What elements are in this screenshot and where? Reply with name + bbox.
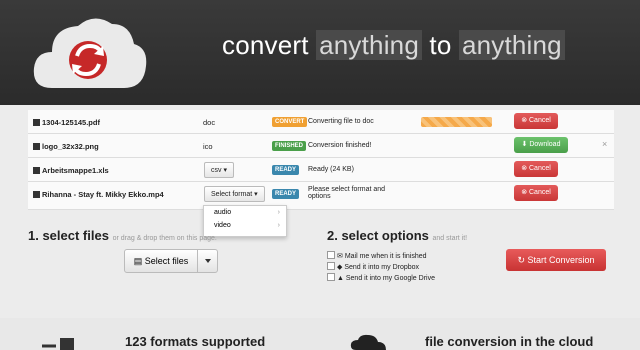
cancel-label: Cancel xyxy=(529,189,551,196)
status-badge: FINISHED xyxy=(272,141,307,151)
file-format: ico xyxy=(203,142,213,151)
close-icon[interactable]: × xyxy=(602,139,607,149)
file-row: 1304-125145.pdf doc CONVERT Converting f… xyxy=(28,110,614,134)
file-icon xyxy=(33,167,40,174)
file-name-text: logo_32x32.png xyxy=(42,142,99,151)
file-name: Rihanna - Stay ft. Mikky Ekko.mp4 xyxy=(33,190,164,199)
feature-formats: 123 formats supported xyxy=(125,334,266,349)
cancel-label: Cancel xyxy=(529,117,551,124)
section-heading: 2. select options xyxy=(327,228,429,243)
section-subtext: or drag & drop them on this page. xyxy=(112,235,217,242)
feature-cloud: file conversion in the cloud xyxy=(425,334,594,349)
caret-down-icon[interactable] xyxy=(205,259,211,263)
status-text: Conversion finished! xyxy=(308,142,372,149)
tagline: convert anything to anything xyxy=(222,30,565,61)
option-label: Send it into my Google Drive xyxy=(345,275,435,282)
cloud-logo-icon xyxy=(33,18,147,88)
chevron-right-icon: › xyxy=(277,209,280,216)
header: convert anything to anything xyxy=(0,0,640,105)
checkbox[interactable] xyxy=(327,262,335,270)
file-icon xyxy=(33,191,40,198)
format-select[interactable]: Select format ▾ xyxy=(204,186,265,202)
select-files-main[interactable]: ▤ Select files xyxy=(125,250,198,272)
file-name: Arbeitsmappe1.xls xyxy=(33,166,109,175)
section-subtext: and start it! xyxy=(432,235,468,242)
chevron-right-icon: › xyxy=(277,222,280,229)
download-label: Download xyxy=(529,141,561,148)
status-badge: READY xyxy=(272,165,300,175)
section-heading: 1. select files xyxy=(28,228,109,243)
file-row: logo_32x32.png ico FINISHED Conversion f… xyxy=(28,134,614,158)
cancel-label: Cancel xyxy=(529,165,551,172)
file-format: doc xyxy=(203,118,216,127)
start-label: Start Conversion xyxy=(527,255,595,265)
option-label: Send it into my Dropbox xyxy=(344,264,420,271)
file-row: Arbeitsmappe1.xls csv ▾ READY Ready (24 … xyxy=(28,158,614,182)
tagline-highlight: anything xyxy=(316,30,422,60)
file-name: 1304-125145.pdf xyxy=(33,118,100,127)
status-badge: READY xyxy=(272,189,300,199)
cancel-button[interactable]: ⊗ Cancel xyxy=(514,113,558,129)
tagline-text: convert xyxy=(222,30,317,60)
file-name-text: Arbeitsmappe1.xls xyxy=(42,166,109,175)
tagline-text: to xyxy=(422,30,459,60)
option-google-drive[interactable]: ▲ Send it into my Google Drive xyxy=(327,273,435,282)
select-files-title: 1. select files or drag & drop them on t… xyxy=(28,228,217,243)
select-files-button[interactable]: ▤ Select files xyxy=(124,249,218,273)
status-line: options xyxy=(308,193,331,200)
format-select[interactable]: csv ▾ xyxy=(204,162,234,178)
status-text: Ready (24 KB) xyxy=(308,166,354,173)
dropdown-item-audio[interactable]: audio › xyxy=(204,206,286,219)
status-text: Converting file to doc xyxy=(308,118,374,125)
select-files-label: Select files xyxy=(144,256,189,266)
select-options-title: 2. select options and start it! xyxy=(327,228,467,243)
status-text: Please select format and options xyxy=(308,186,385,200)
status-badge: CONVERT xyxy=(272,117,308,127)
cancel-button[interactable]: ⊗ Cancel xyxy=(514,161,558,177)
option-dropbox[interactable]: ◆ Send it into my Dropbox xyxy=(327,262,419,271)
checkbox[interactable] xyxy=(327,251,335,259)
checkbox[interactable] xyxy=(327,273,335,281)
file-name-text: 1304-125145.pdf xyxy=(42,118,100,127)
cancel-button[interactable]: ⊗ Cancel xyxy=(514,185,558,201)
dropdown-label: audio xyxy=(214,209,232,216)
file-row: Rihanna - Stay ft. Mikky Ekko.mp4 Select… xyxy=(28,182,614,210)
download-button[interactable]: ⬇ Download xyxy=(514,137,568,153)
tagline-highlight: anything xyxy=(458,30,565,60)
option-mail[interactable]: ✉ Mail me when it is finished xyxy=(327,251,427,260)
cloud-icon xyxy=(350,334,386,350)
start-conversion-button[interactable]: ↻ Start Conversion xyxy=(506,249,606,271)
option-label: Mail me when it is finished xyxy=(344,253,427,260)
file-name-text: Rihanna - Stay ft. Mikky Ekko.mp4 xyxy=(42,190,164,199)
formats-icon xyxy=(42,338,74,350)
file-icon xyxy=(33,143,40,150)
file-name: logo_32x32.png xyxy=(33,142,99,151)
status-line: Please select format and xyxy=(308,186,386,193)
progress-bar xyxy=(421,117,492,127)
file-icon xyxy=(33,119,40,126)
